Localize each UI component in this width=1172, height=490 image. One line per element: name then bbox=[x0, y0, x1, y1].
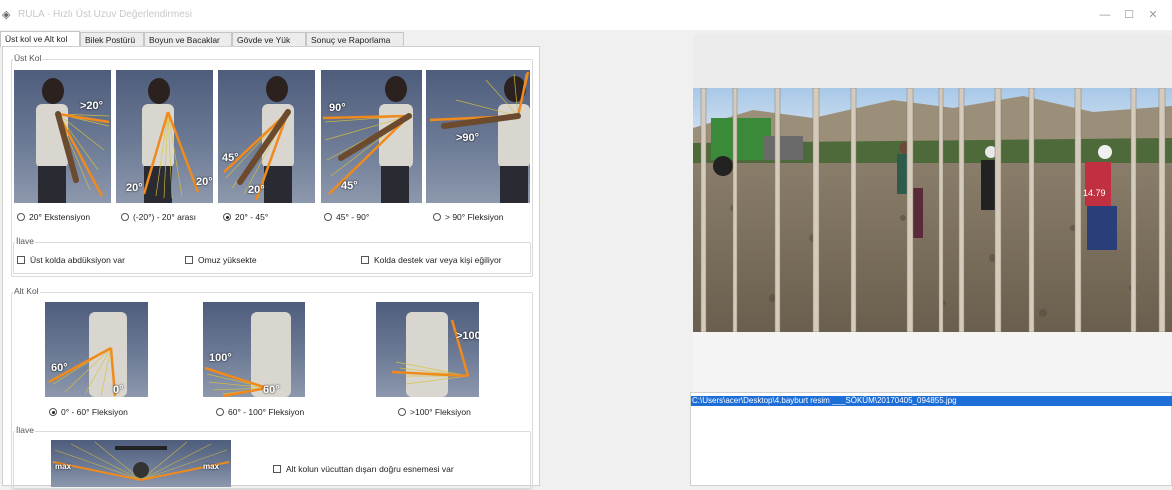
radio-lower-over-100[interactable]: >100° Fleksiyon bbox=[398, 407, 471, 417]
check-arm-supported[interactable]: Kolda destek var veya kişi eğiliyor bbox=[361, 255, 502, 265]
angle-label: 20° bbox=[196, 176, 213, 188]
radio-lower-0-60[interactable]: 0° - 60° Fleksiyon bbox=[49, 407, 128, 417]
preview-frame-bottom bbox=[693, 332, 1172, 392]
angle-label: 90° bbox=[329, 102, 346, 114]
tab-content-panel: Üst Kol >20° 20° 20° 45° 20° 90° 45° >90… bbox=[2, 46, 540, 490]
radio-circle[interactable] bbox=[398, 408, 406, 416]
lower-arm-group-label: Alt Kol bbox=[13, 286, 40, 296]
radio-circle[interactable] bbox=[121, 213, 129, 221]
upper-arm-neutral-image[interactable]: 20° 20° bbox=[116, 70, 213, 203]
checkbox-label: Omuz yüksekte bbox=[198, 255, 257, 265]
lower-arm-60-100-image[interactable]: 100° 60° bbox=[203, 302, 305, 397]
radio-label: 20° - 45° bbox=[235, 212, 269, 222]
radio-label: (-20°) - 20° arası bbox=[133, 212, 197, 222]
photo-overlay-text: 14.79 bbox=[1083, 188, 1106, 198]
check-forearm-outward[interactable]: Alt kolun vücuttan dışarı doğru esnemesi… bbox=[273, 464, 454, 474]
upper-arm-group-label: Üst Kol bbox=[13, 53, 43, 63]
tab-result-report[interactable]: Sonuç ve Raporlama bbox=[306, 32, 404, 46]
upper-arm-45-90-image[interactable]: 90° 45° bbox=[321, 70, 422, 203]
preview-frame-top bbox=[693, 34, 1172, 88]
angle-label: 60° bbox=[51, 362, 68, 374]
lower-arm-abduction-image: max max bbox=[51, 440, 231, 487]
upper-arm-extra-label: İlave bbox=[15, 236, 35, 246]
title-bar: ◈ RULA - Hızlı Üst Uzuv Değerlendirmesi … bbox=[0, 0, 1172, 30]
upper-arm-extension-image[interactable]: >20° bbox=[14, 70, 111, 203]
radio-upper-extension[interactable]: 20° Ekstensiyon bbox=[17, 212, 90, 222]
angle-label: 60° bbox=[263, 384, 280, 396]
tab-upper-lower-arm[interactable]: Üst kol ve Alt kol bbox=[0, 31, 80, 47]
angle-label: >90° bbox=[456, 132, 480, 144]
angle-label: 0° bbox=[113, 384, 124, 396]
checkbox[interactable] bbox=[361, 256, 369, 264]
radio-label: > 90° Fleksiyon bbox=[445, 212, 504, 222]
radio-label: 20° Ekstensiyon bbox=[29, 212, 91, 222]
tab-neck-legs[interactable]: Boyun ve Bacaklar bbox=[144, 32, 232, 46]
angle-label: max bbox=[55, 462, 72, 471]
radio-upper-over-90[interactable]: > 90° Fleksiyon bbox=[433, 212, 503, 222]
radio-circle[interactable] bbox=[223, 213, 231, 221]
radio-upper-45-90[interactable]: 45° - 90° bbox=[324, 212, 369, 222]
window-title: RULA - Hızlı Üst Uzuv Değerlendirmesi bbox=[18, 9, 192, 20]
radio-label: 45° - 90° bbox=[336, 212, 370, 222]
minimize-button[interactable]: — bbox=[1094, 7, 1116, 23]
file-list[interactable]: C:\Users\acer\Desktop\4.bayburt resim __… bbox=[690, 392, 1172, 486]
angle-label: 45° bbox=[222, 152, 239, 164]
radio-label: >100° Fleksiyon bbox=[410, 407, 471, 417]
tab-trunk-load[interactable]: Gövde ve Yük bbox=[232, 32, 306, 46]
app-icon: ◈ bbox=[2, 9, 11, 21]
upper-arm-over-90-image[interactable]: >90° bbox=[426, 70, 530, 203]
checkbox-label: Kolda destek var veya kişi eğiliyor bbox=[374, 255, 502, 265]
radio-circle[interactable] bbox=[433, 213, 441, 221]
angle-label: 20° bbox=[248, 184, 265, 196]
upper-arm-20-45-image[interactable]: 45° 20° bbox=[218, 70, 315, 203]
radio-circle[interactable] bbox=[17, 213, 25, 221]
angle-label: 20° bbox=[126, 182, 143, 194]
angle-label: 45° bbox=[341, 180, 358, 192]
file-list-item-selected[interactable]: C:\Users\acer\Desktop\4.bayburt resim __… bbox=[691, 396, 1172, 406]
check-shoulder-raised[interactable]: Omuz yüksekte bbox=[185, 255, 257, 265]
checkbox-label: Alt kolun vücuttan dışarı doğru esnemesi… bbox=[286, 464, 454, 474]
check-upper-abduction[interactable]: Üst kolda abdüksiyon var bbox=[17, 255, 125, 265]
tab-wrist-posture[interactable]: Bilek Postürü bbox=[80, 32, 144, 46]
angle-label: >20° bbox=[80, 100, 104, 112]
radio-upper-neutral[interactable]: (-20°) - 20° arası bbox=[121, 212, 196, 222]
radio-circle[interactable] bbox=[324, 213, 332, 221]
close-button[interactable]: ✕ bbox=[1142, 7, 1164, 23]
angle-label: >100° bbox=[456, 330, 479, 342]
lower-arm-over-100-image[interactable]: >100° bbox=[376, 302, 479, 397]
lower-arm-extra-label: İlave bbox=[15, 425, 35, 435]
checkbox[interactable] bbox=[17, 256, 25, 264]
angle-label: 100° bbox=[209, 352, 232, 364]
checkbox[interactable] bbox=[185, 256, 193, 264]
preview-photo[interactable]: 14.79 bbox=[693, 88, 1172, 332]
checkbox[interactable] bbox=[273, 465, 281, 473]
maximize-button[interactable]: ☐ bbox=[1118, 7, 1140, 23]
radio-label: 60° - 100° Fleksiyon bbox=[228, 407, 305, 417]
radio-label: 0° - 60° Fleksiyon bbox=[61, 407, 128, 417]
checkbox-label: Üst kolda abdüksiyon var bbox=[30, 255, 125, 265]
radio-lower-60-100[interactable]: 60° - 100° Fleksiyon bbox=[216, 407, 304, 417]
radio-upper-20-45[interactable]: 20° - 45° bbox=[223, 212, 268, 222]
angle-label: max bbox=[203, 462, 220, 471]
lower-arm-0-60-image[interactable]: 60° 0° bbox=[45, 302, 148, 397]
radio-circle[interactable] bbox=[216, 408, 224, 416]
radio-circle[interactable] bbox=[49, 408, 57, 416]
